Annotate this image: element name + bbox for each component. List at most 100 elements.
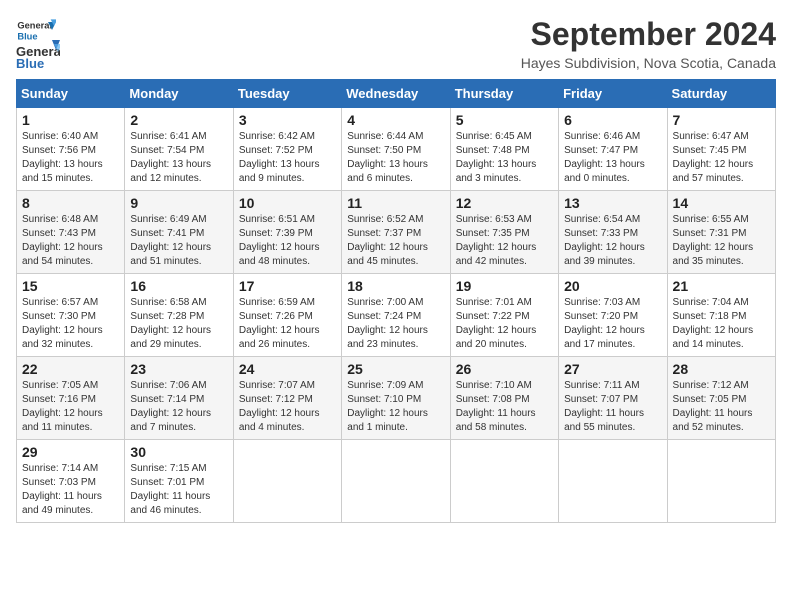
header-day-monday: Monday (125, 80, 233, 108)
day-cell: 25Sunrise: 7:09 AM Sunset: 7:10 PM Dayli… (342, 357, 450, 440)
header-day-saturday: Saturday (667, 80, 775, 108)
logo-graphic: General Blue (16, 40, 60, 70)
day-info: Sunrise: 7:05 AM Sunset: 7:16 PM Dayligh… (22, 379, 119, 435)
day-cell: 19 Sunrise: 7:01 AM Sunset: 7:22 PM Dayli… (450, 274, 558, 357)
location: Hayes Subdivision, Nova Scotia, Canada (521, 55, 776, 71)
day-number: 22 (22, 361, 119, 377)
day-info: Sunrise: 7:04 AM Sunset: 7:18 PM Dayligh… (673, 296, 770, 352)
day-cell: 28Sunrise: 7:12 AM Sunset: 7:05 PM Dayli… (667, 357, 775, 440)
header-day-sunday: Sunday (17, 80, 125, 108)
day-cell: 2Sunrise: 6:41 AM Sunset: 7:54 PM Daylig… (125, 108, 233, 191)
logo: General Blue General Blue (16, 16, 60, 70)
day-cell (342, 440, 450, 523)
day-cell: 18 Sunrise: 7:00 AM Sunset: 7:24 PM Dayli… (342, 274, 450, 357)
day-cell: 13 Sunrise: 6:54 AM Sunset: 7:33 PM Dayli… (559, 191, 667, 274)
day-number: 19 (456, 278, 553, 294)
day-cell (667, 440, 775, 523)
header-day-wednesday: Wednesday (342, 80, 450, 108)
day-cell: 8 Sunrise: 6:48 AM Sunset: 7:43 PM Daylig… (17, 191, 125, 274)
day-info: Sunrise: 7:10 AM Sunset: 7:08 PM Dayligh… (456, 379, 553, 435)
day-info: Sunrise: 6:54 AM Sunset: 7:33 PM Dayligh… (564, 213, 661, 269)
day-number: 23 (130, 361, 227, 377)
day-number: 16 (130, 278, 227, 294)
day-number: 4 (347, 112, 444, 128)
day-number: 25 (347, 361, 444, 377)
week-row-3: 15 Sunrise: 6:57 AM Sunset: 7:30 PM Dayli… (17, 274, 776, 357)
day-info: Sunrise: 7:15 AM Sunset: 7:01 PM Dayligh… (130, 462, 227, 518)
day-number: 9 (130, 195, 227, 211)
day-number: 15 (22, 278, 119, 294)
day-cell: 22 Sunrise: 7:05 AM Sunset: 7:16 PM Dayli… (17, 357, 125, 440)
day-info: Sunrise: 6:48 AM Sunset: 7:43 PM Dayligh… (22, 213, 119, 269)
day-info: Sunrise: 6:55 AM Sunset: 7:31 PM Dayligh… (673, 213, 770, 269)
day-cell: 17 Sunrise: 6:59 AM Sunset: 7:26 PM Dayli… (233, 274, 341, 357)
day-cell (559, 440, 667, 523)
header-day-friday: Friday (559, 80, 667, 108)
day-cell: 4 Sunrise: 6:44 AM Sunset: 7:50 PM Daylig… (342, 108, 450, 191)
day-info: Sunrise: 6:51 AM Sunset: 7:39 PM Dayligh… (239, 213, 336, 269)
day-info: Sunrise: 7:00 AM Sunset: 7:24 PM Dayligh… (347, 296, 444, 352)
svg-text:Blue: Blue (16, 56, 44, 70)
day-info: Sunrise: 6:52 AM Sunset: 7:37 PM Dayligh… (347, 213, 444, 269)
title-area: September 2024 Hayes Subdivision, Nova S… (521, 16, 776, 71)
day-number: 3 (239, 112, 336, 128)
week-row-2: 8 Sunrise: 6:48 AM Sunset: 7:43 PM Daylig… (17, 191, 776, 274)
week-row-4: 22 Sunrise: 7:05 AM Sunset: 7:16 PM Dayli… (17, 357, 776, 440)
day-number: 1 (22, 112, 119, 128)
day-cell: 24 Sunrise: 7:07 AM Sunset: 7:12 PM Dayli… (233, 357, 341, 440)
header-row: SundayMondayTuesdayWednesdayThursdayFrid… (17, 80, 776, 108)
day-number: 8 (22, 195, 119, 211)
calendar-table: SundayMondayTuesdayWednesdayThursdayFrid… (16, 79, 776, 523)
day-number: 28 (673, 361, 770, 377)
day-number: 12 (456, 195, 553, 211)
day-cell: 16 Sunrise: 6:58 AM Sunset: 7:28 PM Dayli… (125, 274, 233, 357)
day-info: Sunrise: 6:58 AM Sunset: 7:28 PM Dayligh… (130, 296, 227, 352)
day-cell: 7 Sunrise: 6:47 AM Sunset: 7:45 PM Daylig… (667, 108, 775, 191)
day-cell: 15 Sunrise: 6:57 AM Sunset: 7:30 PM Dayli… (17, 274, 125, 357)
day-number: 24 (239, 361, 336, 377)
day-number: 20 (564, 278, 661, 294)
day-number: 27 (564, 361, 661, 377)
svg-text:General: General (17, 21, 52, 31)
day-cell: 11Sunrise: 6:52 AM Sunset: 7:37 PM Dayli… (342, 191, 450, 274)
day-cell: 23 Sunrise: 7:06 AM Sunset: 7:14 PM Dayli… (125, 357, 233, 440)
day-info: Sunrise: 6:46 AM Sunset: 7:47 PM Dayligh… (564, 130, 661, 186)
day-cell: 12 Sunrise: 6:53 AM Sunset: 7:35 PM Dayli… (450, 191, 558, 274)
day-cell: 6Sunrise: 6:46 AM Sunset: 7:47 PM Daylig… (559, 108, 667, 191)
day-info: Sunrise: 6:41 AM Sunset: 7:54 PM Dayligh… (130, 130, 227, 186)
day-info: Sunrise: 6:42 AM Sunset: 7:52 PM Dayligh… (239, 130, 336, 186)
day-cell: 30 Sunrise: 7:15 AM Sunset: 7:01 PM Dayli… (125, 440, 233, 523)
day-number: 26 (456, 361, 553, 377)
day-number: 17 (239, 278, 336, 294)
day-number: 7 (673, 112, 770, 128)
day-cell: 27 Sunrise: 7:11 AM Sunset: 7:07 PM Dayli… (559, 357, 667, 440)
day-info: Sunrise: 7:11 AM Sunset: 7:07 PM Dayligh… (564, 379, 661, 435)
day-info: Sunrise: 6:40 AM Sunset: 7:56 PM Dayligh… (22, 130, 119, 186)
day-info: Sunrise: 7:06 AM Sunset: 7:14 PM Dayligh… (130, 379, 227, 435)
day-cell: 20 Sunrise: 7:03 AM Sunset: 7:20 PM Dayli… (559, 274, 667, 357)
day-number: 18 (347, 278, 444, 294)
day-info: Sunrise: 7:01 AM Sunset: 7:22 PM Dayligh… (456, 296, 553, 352)
day-info: Sunrise: 6:45 AM Sunset: 7:48 PM Dayligh… (456, 130, 553, 186)
day-info: Sunrise: 6:47 AM Sunset: 7:45 PM Dayligh… (673, 130, 770, 186)
day-cell: 26 Sunrise: 7:10 AM Sunset: 7:08 PM Dayli… (450, 357, 558, 440)
day-number: 29 (22, 444, 119, 460)
day-cell: 29Sunrise: 7:14 AM Sunset: 7:03 PM Dayli… (17, 440, 125, 523)
day-cell: 3 Sunrise: 6:42 AM Sunset: 7:52 PM Daylig… (233, 108, 341, 191)
day-info: Sunrise: 6:53 AM Sunset: 7:35 PM Dayligh… (456, 213, 553, 269)
day-info: Sunrise: 6:59 AM Sunset: 7:26 PM Dayligh… (239, 296, 336, 352)
day-number: 30 (130, 444, 227, 460)
header-day-tuesday: Tuesday (233, 80, 341, 108)
day-cell: 9 Sunrise: 6:49 AM Sunset: 7:41 PM Daylig… (125, 191, 233, 274)
day-info: Sunrise: 6:44 AM Sunset: 7:50 PM Dayligh… (347, 130, 444, 186)
day-cell (450, 440, 558, 523)
day-info: Sunrise: 6:49 AM Sunset: 7:41 PM Dayligh… (130, 213, 227, 269)
day-cell: 5 Sunrise: 6:45 AM Sunset: 7:48 PM Daylig… (450, 108, 558, 191)
day-number: 5 (456, 112, 553, 128)
day-info: Sunrise: 7:07 AM Sunset: 7:12 PM Dayligh… (239, 379, 336, 435)
week-row-5: 29Sunrise: 7:14 AM Sunset: 7:03 PM Dayli… (17, 440, 776, 523)
day-cell: 1 Sunrise: 6:40 AM Sunset: 7:56 PM Daylig… (17, 108, 125, 191)
day-info: Sunrise: 7:03 AM Sunset: 7:20 PM Dayligh… (564, 296, 661, 352)
day-number: 13 (564, 195, 661, 211)
day-info: Sunrise: 6:57 AM Sunset: 7:30 PM Dayligh… (22, 296, 119, 352)
